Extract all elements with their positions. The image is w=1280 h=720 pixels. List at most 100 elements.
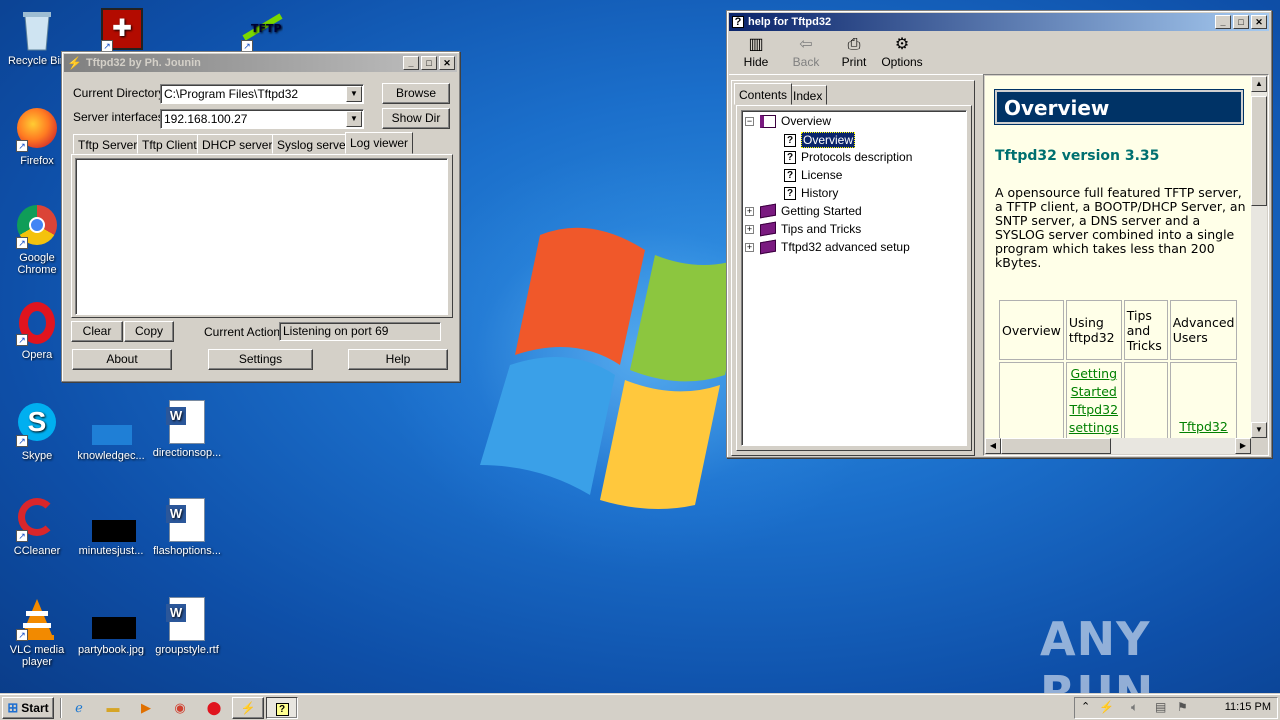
chrome-icon: ↗	[16, 205, 58, 249]
tftpd32-titlebar[interactable]: ⚡ Tftpd32 by Ph. Jounin _ □ ✕	[64, 54, 457, 72]
tab-log-viewer[interactable]: Log viewer	[345, 132, 414, 154]
about-button[interactable]: About	[72, 349, 172, 370]
start-button[interactable]: ⊞ Start	[2, 697, 54, 719]
book-icon	[760, 203, 776, 219]
desktop-icon-flashoptions[interactable]: W flashoptions...	[150, 498, 224, 557]
collapse-icon[interactable]: −	[745, 116, 754, 126]
tab-panel	[71, 154, 453, 318]
topic-pane: Overview Tftpd32 version 3.35 A opensour…	[983, 74, 1269, 456]
desktop-icon-groupstyle[interactable]: W groupstyle.rtf	[150, 597, 224, 656]
media-player-icon[interactable]: ▶	[137, 699, 155, 717]
link-tftpd32-settings[interactable]: Tftpd32 settings	[1069, 402, 1119, 435]
tab-syslog-server[interactable]: Syslog server	[272, 134, 355, 154]
hide-icon: ▥	[748, 36, 764, 53]
expand-icon[interactable]: +	[745, 224, 754, 234]
tree-topic-history[interactable]: ? History	[784, 186, 838, 200]
help-titlebar[interactable]: ? help for Tftpd32 _ □ ✕	[729, 13, 1269, 31]
tab-tftp-client[interactable]: Tftp Client	[137, 134, 202, 154]
contents-tree[interactable]: − Overview ? Overview ? Protocols descri…	[741, 110, 967, 446]
settings-button[interactable]: Settings	[208, 349, 313, 370]
close-button[interactable]: ✕	[1251, 15, 1267, 29]
dropdown-arrow-icon[interactable]: ▼	[346, 86, 362, 102]
version-text: Tftpd32 version 3.35	[995, 148, 1160, 164]
tree-node-tips[interactable]: + Tips and Tricks	[745, 221, 861, 237]
action-center-flag-icon[interactable]: ⚑	[1177, 700, 1188, 714]
tab-dhcp-server[interactable]: DHCP server	[197, 134, 278, 154]
tree-topic-overview[interactable]: ? Overview	[784, 132, 856, 148]
desktop-icon-tftpd32[interactable]: TFTP ↗	[225, 8, 299, 55]
options-button[interactable]: ⚙ Options	[877, 35, 927, 69]
server-interfaces-combo[interactable]: 192.168.100.27 ▼	[160, 109, 364, 129]
tftpd32-window[interactable]: ⚡ Tftpd32 by Ph. Jounin _ □ ✕ Current Di…	[61, 51, 460, 382]
taskbar-tftpd32-button[interactable]: ⚡	[232, 697, 264, 719]
topic-heading: Overview	[995, 90, 1243, 124]
log-viewer-area[interactable]	[75, 158, 448, 315]
network-icon[interactable]: ▤	[1155, 700, 1166, 714]
back-button[interactable]: ⇦ Back	[781, 35, 831, 69]
book-icon	[760, 221, 776, 237]
clock[interactable]: 11:15 PM	[1225, 701, 1271, 713]
svg-text:TFTP: TFTP	[251, 22, 282, 35]
desktop-icon-vlc[interactable]: ↗ VLC media player	[0, 597, 74, 668]
link-getting-started[interactable]: Getting Started	[1071, 366, 1118, 399]
desktop-icon-skype[interactable]: S ↗ Skype	[0, 403, 74, 462]
copy-button[interactable]: Copy	[124, 321, 174, 342]
opera-taskbar-icon[interactable]: ⬤	[205, 699, 223, 717]
tree-node-overview[interactable]: − Overview	[745, 114, 831, 128]
minimize-button[interactable]: _	[403, 56, 419, 70]
scroll-thumb[interactable]	[1251, 96, 1267, 206]
tree-topic-protocols[interactable]: ? Protocols description	[784, 150, 912, 164]
tree-topic-license[interactable]: ? License	[784, 168, 842, 182]
help-topic-icon: ?	[784, 168, 796, 182]
recycle-bin-icon	[16, 8, 58, 52]
back-arrow-icon: ⇦	[799, 36, 813, 53]
clear-button[interactable]: Clear	[71, 321, 123, 342]
file-explorer-icon[interactable]: ▬	[104, 699, 122, 717]
show-hidden-icons-icon[interactable]: ⌃	[1081, 700, 1090, 713]
tree-node-getting-started[interactable]: + Getting Started	[745, 203, 862, 219]
topics-table: Overview Using tftpd32 Tips and Tricks A…	[997, 298, 1239, 438]
vlc-icon: ↗	[16, 597, 58, 641]
tab-index[interactable]: Index	[788, 85, 828, 105]
tab-tftp-server[interactable]: Tftp Server	[73, 134, 143, 154]
hide-button[interactable]: ▥ Hide	[731, 35, 781, 69]
tab-contents[interactable]: Contents	[734, 83, 793, 105]
tftpd32-tray-icon[interactable]: ⚡	[1099, 700, 1114, 714]
scroll-left-arrow-icon[interactable]: ◀	[985, 438, 1001, 454]
desktop-icon-directionsop[interactable]: W directionsop...	[150, 400, 224, 459]
show-dir-button[interactable]: Show Dir	[382, 108, 450, 129]
taskbar-help-button[interactable]: ?	[266, 697, 298, 719]
table-cell: Tftpd32	[1169, 362, 1238, 438]
desktop-icon-minutesjust[interactable]: minutesjust...	[74, 498, 148, 557]
desktop-icon-ccleaner[interactable]: ↗ CCleaner	[0, 498, 74, 557]
topic-horizontal-scrollbar[interactable]: ◀ ▶	[985, 438, 1251, 454]
dropdown-arrow-icon[interactable]: ▼	[346, 111, 362, 127]
desktop-icon-partybook[interactable]: partybook.jpg	[74, 597, 148, 656]
expand-icon[interactable]: +	[745, 206, 754, 216]
desktop-icon-knowledgec[interactable]: knowledgec...	[74, 403, 148, 462]
close-button[interactable]: ✕	[439, 56, 455, 70]
scroll-down-arrow-icon[interactable]: ▼	[1251, 422, 1267, 438]
link-tftpd32[interactable]: Tftpd32	[1179, 419, 1228, 434]
chrome-taskbar-icon[interactable]: ◉	[171, 699, 189, 717]
current-directory-combo[interactable]: C:\Program Files\Tftpd32 ▼	[160, 84, 364, 104]
maximize-button[interactable]: □	[1233, 15, 1249, 29]
print-button[interactable]: ⎙ Print	[829, 35, 879, 69]
scroll-right-arrow-icon[interactable]: ▶	[1235, 438, 1251, 454]
volume-icon[interactable]: 🔈︎	[1131, 700, 1138, 715]
system-tray: ⌃ ⚡ 🔈︎ ▤ ⚑ 11:15 PM	[1074, 697, 1278, 719]
browse-button[interactable]: Browse	[382, 83, 450, 104]
maximize-button[interactable]: □	[421, 56, 437, 70]
topic-vertical-scrollbar[interactable]: ▲ ▼	[1251, 76, 1267, 438]
help-button[interactable]: Help	[348, 349, 448, 370]
scroll-up-arrow-icon[interactable]: ▲	[1251, 76, 1267, 92]
current-directory-label: Current Directory	[73, 86, 165, 100]
tree-node-advanced-setup[interactable]: + Tftpd32 advanced setup	[745, 239, 910, 255]
scroll-thumb[interactable]	[1001, 438, 1111, 454]
internet-explorer-icon[interactable]: ℯ	[70, 699, 88, 717]
expand-icon[interactable]: +	[745, 242, 754, 252]
minimize-button[interactable]: _	[1215, 15, 1231, 29]
current-action-value: Listening on port 69	[279, 322, 441, 341]
desktop-icon-acrobat[interactable]: ✚ ↗	[85, 8, 159, 55]
help-window[interactable]: ? help for Tftpd32 _ □ ✕ ▥ Hide ⇦ Back ⎙…	[726, 10, 1272, 458]
